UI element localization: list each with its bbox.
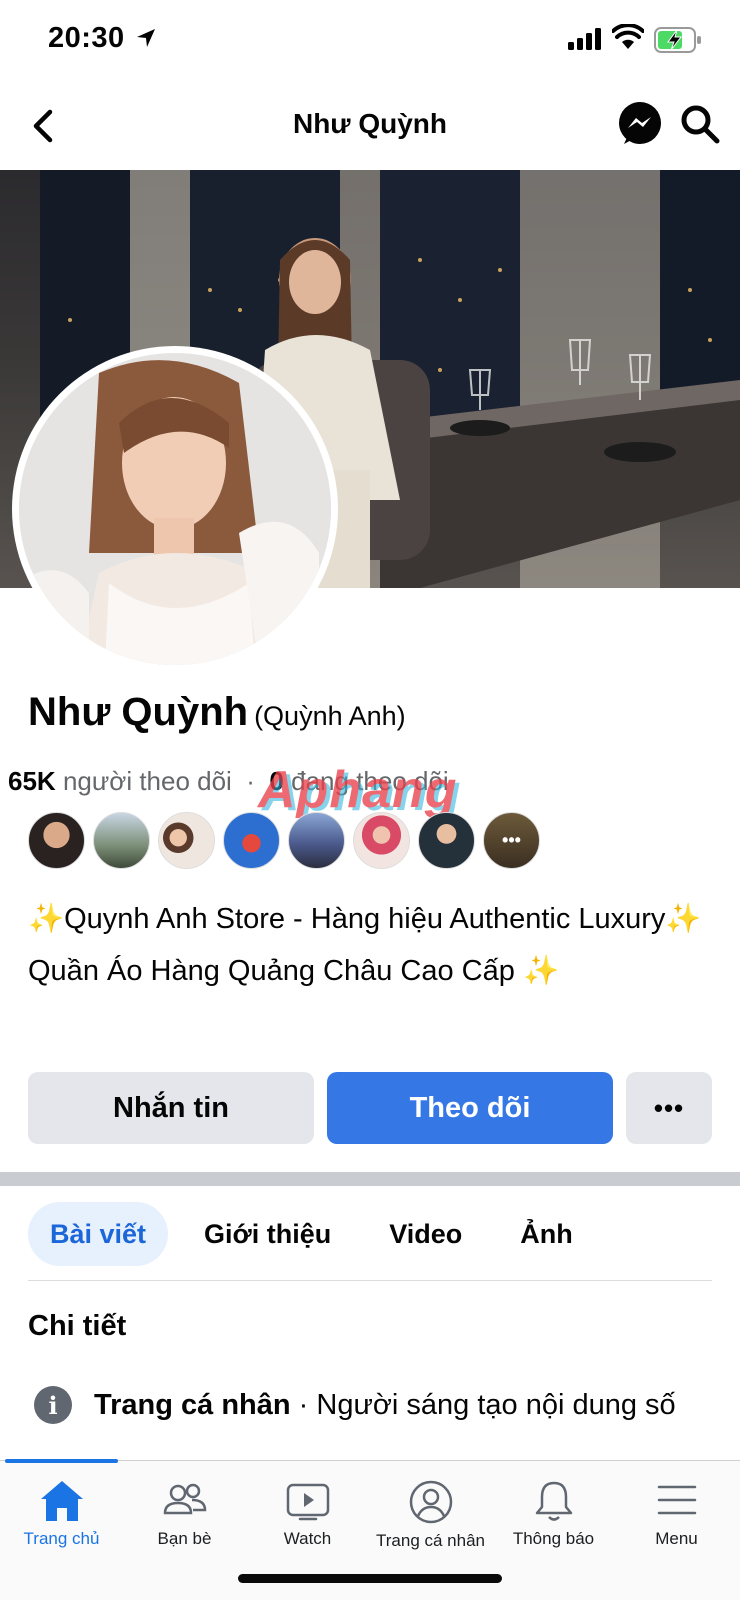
nav-home[interactable]: Trang chủ: [0, 1479, 123, 1549]
follower-avatar[interactable]: [158, 812, 215, 869]
avatar-portrait: [19, 353, 331, 665]
tab-about[interactable]: Giới thiệu: [182, 1202, 353, 1266]
profile-display-name: Như Quỳnh: [28, 690, 249, 734]
profile-actions: Nhắn tin Theo dõi •••: [28, 1072, 712, 1144]
nav-watch-label: Watch: [283, 1529, 332, 1548]
follower-avatar[interactable]: [288, 812, 345, 869]
cellular-signal-icon: [568, 28, 601, 50]
section-divider: [0, 1172, 740, 1186]
profile-name: Như Quỳnh (Quỳnh Anh): [28, 690, 406, 735]
search-icon[interactable]: [678, 102, 722, 146]
status-time: 20:30: [48, 22, 125, 54]
more-followers-dots: •••: [502, 830, 521, 850]
wifi-icon: [612, 24, 644, 49]
home-indicator[interactable]: [238, 1574, 502, 1583]
nav-home-label: Trang chủ: [23, 1529, 100, 1548]
details-heading: Chi tiết: [28, 1310, 127, 1342]
followers-label[interactable]: người theo dõi: [63, 766, 232, 796]
profile-icon: [409, 1480, 452, 1524]
friends-icon: [163, 1483, 206, 1515]
detail-value: Người sáng tạo nội dung số: [316, 1388, 676, 1421]
profile-bio: ✨Quynh Anh Store - Hàng hiệu Authentic L…: [28, 903, 702, 987]
watermark-logo: Aphang: [258, 761, 458, 819]
follower-avatar[interactable]: [93, 812, 150, 869]
tab-video[interactable]: Video: [367, 1202, 484, 1266]
active-tab-indicator: [5, 1459, 118, 1463]
follower-avatar[interactable]: [223, 812, 280, 869]
follow-button[interactable]: Theo dõi: [327, 1072, 613, 1144]
follower-avatars-row[interactable]: •••: [28, 812, 540, 870]
battery-charging-icon: [654, 27, 701, 53]
messenger-icon[interactable]: [616, 100, 664, 148]
message-button[interactable]: Nhắn tin: [28, 1072, 314, 1144]
nav-friends[interactable]: Bạn bè: [123, 1479, 246, 1549]
follower-avatar[interactable]: [418, 812, 475, 869]
more-options-button[interactable]: •••: [626, 1072, 712, 1144]
nav-profile[interactable]: Trang cá nhân: [369, 1479, 492, 1551]
info-icon: i: [34, 1386, 72, 1424]
nav-watch[interactable]: Watch: [246, 1479, 369, 1549]
profile-alternate-name: (Quỳnh Anh): [254, 701, 406, 731]
follower-avatar[interactable]: [353, 812, 410, 869]
top-header: Như Quỳnh: [0, 80, 740, 170]
nav-profile-label: Trang cá nhân: [376, 1531, 485, 1550]
menu-icon: [657, 1485, 696, 1515]
detail-text: Trang cá nhân · Người sáng tạo nội dung …: [94, 1389, 676, 1422]
profile-tabs: Bài viết Giới thiệu Video Ảnh: [28, 1202, 609, 1266]
nav-menu-label: Menu: [655, 1529, 698, 1548]
watch-icon: [286, 1483, 329, 1521]
status-bar: 20:30: [0, 0, 740, 80]
tab-posts[interactable]: Bài viết: [28, 1202, 169, 1266]
nav-friends-label: Bạn bè: [157, 1529, 212, 1548]
bell-icon: [535, 1481, 572, 1521]
nav-notifications-label: Thông báo: [512, 1529, 595, 1548]
location-arrow-icon: [137, 29, 155, 47]
followers-count[interactable]: 65K: [8, 766, 56, 796]
detail-label: Trang cá nhân: [94, 1388, 291, 1421]
detail-separator: ·: [290, 1388, 317, 1421]
nav-notifications[interactable]: Thông báo: [492, 1479, 615, 1549]
nav-menu[interactable]: Menu: [615, 1479, 738, 1549]
profile-avatar[interactable]: [12, 346, 338, 672]
more-followers-avatar[interactable]: •••: [483, 812, 540, 869]
follower-avatar[interactable]: [28, 812, 85, 869]
tab-photos[interactable]: Ảnh: [498, 1202, 594, 1266]
home-icon: [40, 1481, 83, 1521]
tabs-divider: [28, 1280, 712, 1281]
detail-item-page-type: i Trang cá nhân · Người sáng tạo nội dun…: [34, 1386, 676, 1424]
